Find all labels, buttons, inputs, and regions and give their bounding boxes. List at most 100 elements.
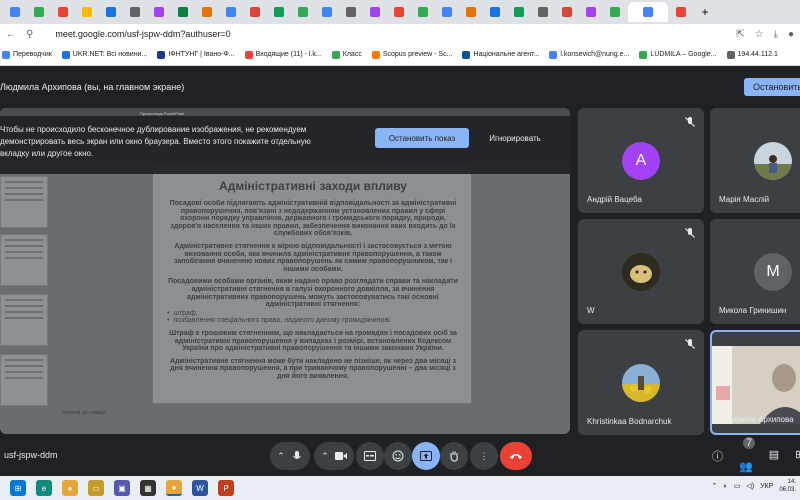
language-indicator[interactable]: УКР	[760, 483, 773, 490]
mic-icon	[292, 451, 301, 459]
avatar: А	[622, 142, 660, 180]
browser-tab[interactable]	[628, 2, 668, 22]
network-icon[interactable]: ◐	[724, 483, 728, 490]
file-explorer-icon[interactable]: ▭	[88, 480, 104, 496]
leave-call-button[interactable]	[500, 442, 532, 470]
bookmark-item[interactable]: Scopus preview - Sc...	[371, 50, 452, 59]
browser-tab[interactable]	[532, 2, 554, 22]
browser-tab[interactable]	[124, 2, 146, 22]
chevron-up-icon[interactable]: ⌃	[321, 451, 329, 462]
activities-button[interactable]: ⊞	[795, 448, 800, 473]
browser-tab[interactable]	[436, 2, 458, 22]
present-now-button[interactable]	[412, 442, 440, 470]
meeting-info-button[interactable]: ⓘ	[712, 448, 723, 473]
avatar	[622, 364, 660, 402]
reactions-button[interactable]	[384, 442, 412, 470]
bookmark-star-icon[interactable]: ☆	[755, 29, 764, 40]
browser-tab[interactable]	[196, 2, 218, 22]
bookmark-item[interactable]: Переводчик	[2, 50, 52, 59]
participant-tile[interactable]: Марія Маслій	[710, 108, 800, 213]
chrome-icon[interactable]: ●	[62, 480, 78, 496]
stop-sharing-button[interactable]: Остановить показ	[375, 128, 469, 148]
raise-hand-button[interactable]	[440, 442, 468, 470]
mic-toggle[interactable]: ⌃	[270, 442, 310, 470]
browser-tab[interactable]	[388, 2, 410, 22]
bookmark-item[interactable]: 194.44.112.1	[726, 50, 778, 59]
edge-icon[interactable]: e	[36, 480, 52, 496]
bookmark-item[interactable]: Національне агент...	[462, 50, 539, 59]
app-icon[interactable]: ▦	[140, 480, 156, 496]
avatar	[754, 142, 792, 180]
bookmark-item[interactable]: LUDMILA – Google...	[639, 50, 717, 59]
browser-tab[interactable]	[556, 2, 578, 22]
ignore-button[interactable]: Игнорировать	[484, 128, 546, 148]
presenter-bar: Людмила Архипова (вы, на главном экране)…	[0, 76, 800, 100]
participant-tile[interactable]: А Андрій Вацеба	[578, 108, 704, 213]
chevron-up-icon[interactable]: ⌃	[712, 482, 718, 490]
browser-tab[interactable]	[316, 2, 338, 22]
tab-favicon-icon	[514, 7, 524, 17]
browser-tab[interactable]	[52, 2, 74, 22]
bookmark-item[interactable]: UKR.NET: Всі новини...	[61, 50, 147, 59]
slide-notes[interactable]: Нотатки до слайда	[62, 410, 106, 416]
more-options-button[interactable]: ⋮	[470, 442, 498, 470]
stop-presenting-button[interactable]: Остановить	[744, 78, 800, 96]
chat-button[interactable]: ▤	[769, 448, 779, 473]
slide-thumbnail[interactable]	[0, 294, 48, 346]
browser-tab[interactable]	[220, 2, 242, 22]
browser-tab[interactable]	[148, 2, 170, 22]
participant-tile[interactable]: W	[578, 219, 704, 324]
browser-tab[interactable]	[172, 2, 194, 22]
browser-tab[interactable]	[580, 2, 602, 22]
powerpoint-icon[interactable]: P	[218, 480, 234, 496]
new-tab-button[interactable]: +	[694, 2, 716, 22]
windows-start-icon[interactable]: ⊞	[10, 480, 26, 496]
browser-tab[interactable]	[670, 2, 692, 22]
browser-tab[interactable]	[268, 2, 290, 22]
slide-paragraph: Штраф є грошовим стягненням, що накладає…	[169, 329, 457, 353]
camera-toggle[interactable]: ⌃	[314, 442, 354, 470]
volume-icon[interactable]: ◁)	[746, 482, 754, 490]
browser-tab[interactable]	[364, 2, 386, 22]
browser-tab[interactable]	[508, 2, 530, 22]
browser-tab[interactable]	[76, 2, 98, 22]
browser-tab[interactable]	[484, 2, 506, 22]
word-icon[interactable]: W	[192, 480, 208, 496]
share-page-icon[interactable]: ⇱	[736, 29, 744, 40]
participant-tile[interactable]: M Микола Гринишин	[710, 219, 800, 324]
browser-tab[interactable]	[292, 2, 314, 22]
clock[interactable]: 14: 06.03.	[779, 478, 796, 494]
chevron-up-icon[interactable]: ⌃	[277, 451, 285, 462]
browser-tab[interactable]	[28, 2, 50, 22]
slide-thumbnail[interactable]	[0, 354, 48, 406]
browser-tab[interactable]	[604, 2, 626, 22]
participant-tile-self[interactable]: Людмила Архипова	[710, 330, 800, 435]
captions-button[interactable]	[356, 442, 384, 470]
store-icon[interactable]: ▣	[114, 480, 130, 496]
bookmark-item[interactable]: Класс	[331, 50, 362, 59]
tab-favicon-icon	[226, 7, 236, 17]
bookmark-item[interactable]: ІФНТУНГ | Івано-Ф...	[157, 50, 235, 59]
people-button[interactable]: 7 👥	[739, 437, 755, 473]
browser-tab[interactable]	[460, 2, 482, 22]
tab-favicon-icon	[466, 7, 476, 17]
browser-tab[interactable]	[4, 2, 26, 22]
downloads-icon[interactable]: ⤓	[774, 29, 778, 40]
back-icon[interactable]: ←	[6, 29, 16, 40]
participant-tile[interactable]: Khristinkaa Bodnarchuk	[578, 330, 704, 435]
browser-tab[interactable]	[100, 2, 122, 22]
browser-tab[interactable]	[340, 2, 362, 22]
battery-icon[interactable]: ▭	[734, 482, 741, 490]
bookmark-item[interactable]: Входящие (11) - l.k...	[244, 50, 322, 59]
tab-favicon-icon	[676, 7, 686, 17]
browser-tab[interactable]	[412, 2, 434, 22]
browser-tab[interactable]	[244, 2, 266, 22]
meeting-controls: usf-jspw-ddm ⌃ ⌃ ⋮ ⓘ 7 👥 ▤ ⊞	[0, 437, 800, 476]
bookmark-item[interactable]: l.konsevich@nung.e...	[549, 50, 629, 59]
slide-thumbnail[interactable]	[0, 234, 48, 286]
url-field[interactable]: meet.google.com/usf-jspw-ddm?authuser=0	[55, 29, 726, 39]
lock-icon[interactable]: ⚲	[26, 29, 33, 40]
profile-icon[interactable]: ●	[788, 29, 794, 40]
slide-thumbnail[interactable]	[0, 176, 48, 228]
chrome-active-icon[interactable]: ●	[166, 480, 182, 496]
